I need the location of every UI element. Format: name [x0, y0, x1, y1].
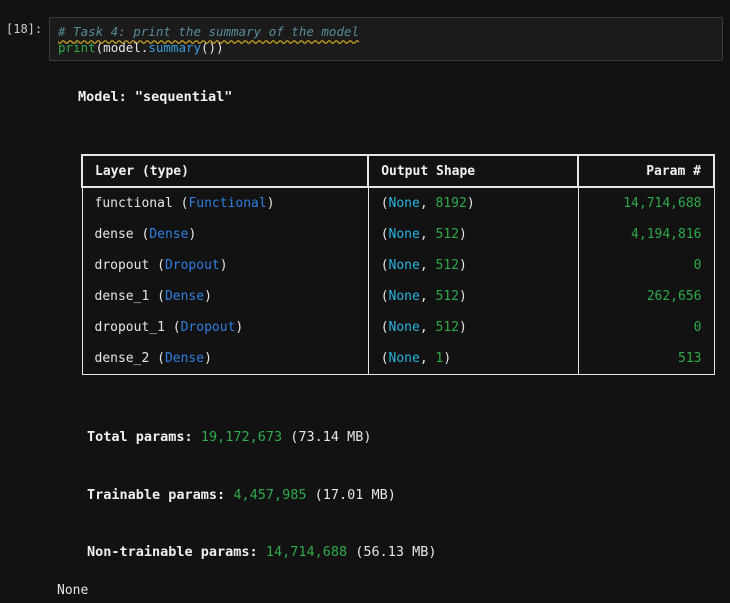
table-row: dense_1 (Dense) (None, 512) 262,656	[81, 281, 715, 312]
shape-dim: 8192	[435, 196, 467, 211]
table-row: dropout (Dropout) (None, 512) 0	[81, 250, 715, 281]
shape-none: None	[388, 320, 420, 335]
code-summary-method: summary	[148, 40, 202, 55]
non-trainable-params-label: Non-trainable params:	[87, 544, 258, 560]
layer-cell: dropout_1 (Dropout)	[81, 312, 369, 343]
layer-type: Dropout	[180, 320, 236, 335]
output-shape-cell: (None, 8192)	[367, 186, 579, 219]
cell-prompt: [18]:	[6, 22, 43, 36]
trainable-params-size: (17.01 MB)	[314, 487, 396, 503]
shape-none: None	[388, 227, 420, 242]
model-summary-table: Layer (type) Output Shape Param # functi…	[80, 154, 715, 375]
non-trainable-params-value: 14,714,688	[265, 544, 348, 560]
table-header-row: Layer (type) Output Shape Param #	[80, 154, 715, 188]
param-count-cell: 0	[577, 312, 715, 343]
param-count: 513	[678, 351, 702, 366]
shape-dim: 512	[435, 320, 459, 335]
shape-dim: 512	[435, 289, 459, 304]
param-count: 4,194,816	[631, 227, 702, 242]
param-count-cell: 262,656	[577, 281, 715, 312]
table-row: dense (Dense) (None, 512) 4,194,816	[81, 219, 715, 250]
code-comment: # Task 4: print the summary of the model	[58, 24, 360, 39]
param-count-cell: 513	[577, 343, 715, 375]
table-row: dropout_1 (Dropout) (None, 512) 0	[81, 312, 715, 343]
output-shape-cell: (None, 512)	[367, 281, 579, 312]
layer-name: dropout_1	[94, 320, 165, 335]
shape-dim: 512	[435, 227, 459, 242]
trainable-params-label: Trainable params:	[87, 487, 226, 503]
param-count-cell: 0	[577, 250, 715, 281]
code-line-comment: # Task 4: print the summary of the model	[58, 24, 714, 40]
model-title: Model: "sequential"	[78, 89, 233, 105]
layer-cell: dropout (Dropout)	[81, 250, 369, 281]
shape-dim: 512	[435, 258, 459, 273]
total-params-size: (73.14 MB)	[290, 429, 372, 445]
code-cell-editor[interactable]: # Task 4: print the summary of the model…	[49, 17, 723, 61]
code-line-print: print(model.summary())	[58, 40, 714, 56]
trainable-params-line: Trainable params: 4,457,985 (17.01 MB)	[87, 487, 396, 503]
trainable-params-value: 4,457,985	[233, 487, 307, 503]
output-shape-cell: (None, 512)	[367, 250, 579, 281]
shape-none: None	[388, 289, 420, 304]
layer-cell: dense_1 (Dense)	[81, 281, 369, 312]
layer-name: functional	[94, 196, 173, 211]
code-close-parens: ())	[201, 40, 224, 55]
table-row: dense_2 (Dense) (None, 1) 513	[81, 343, 715, 375]
non-trainable-params-size: (56.13 MB)	[355, 544, 437, 560]
non-trainable-params-line: Non-trainable params: 14,714,688 (56.13 …	[87, 544, 437, 560]
shape-none: None	[388, 196, 420, 211]
layer-type: Dropout	[164, 258, 220, 273]
param-count: 0	[693, 320, 702, 335]
total-params-label: Total params:	[87, 429, 193, 445]
layer-cell: dense (Dense)	[81, 219, 369, 250]
param-count: 14,714,688	[623, 196, 702, 211]
return-value: None	[57, 583, 89, 598]
table-row: functional (Functional) (None, 8192) 14,71…	[81, 186, 715, 219]
output-shape-cell: (None, 512)	[367, 219, 579, 250]
layer-type: Dense	[164, 289, 205, 304]
layer-name: dense_1	[94, 289, 150, 304]
header-output-shape: Output Shape	[367, 154, 580, 188]
code-model-obj: model	[103, 40, 141, 55]
header-param-count: Param #	[577, 154, 715, 188]
layer-cell: functional (Functional)	[81, 186, 369, 219]
layer-name: dense_2	[94, 351, 150, 366]
param-count: 0	[693, 258, 702, 273]
shape-none: None	[388, 351, 420, 366]
param-count-cell: 4,194,816	[577, 219, 715, 250]
layer-cell: dense_2 (Dense)	[81, 343, 369, 375]
layer-type: Dense	[164, 351, 205, 366]
output-shape-cell: (None, 1)	[367, 343, 579, 375]
layer-type: Dense	[149, 227, 189, 242]
layer-name: dropout	[94, 258, 150, 273]
table-body: functional (Functional) (None, 8192) 14,71…	[81, 186, 715, 375]
code-print-func: print	[58, 40, 96, 55]
param-count-cell: 14,714,688	[577, 186, 715, 219]
layer-type: Functional	[188, 196, 267, 211]
output-shape-cell: (None, 512)	[367, 312, 579, 343]
header-layer-type: Layer (type)	[80, 154, 370, 188]
total-params-value: 19,172,673	[200, 429, 283, 445]
total-params-line: Total params: 19,172,673 (73.14 MB)	[87, 429, 372, 445]
layer-name: dense	[94, 227, 134, 242]
shape-none: None	[388, 258, 420, 273]
shape-dim: 1	[435, 351, 444, 366]
param-count: 262,656	[646, 289, 702, 304]
